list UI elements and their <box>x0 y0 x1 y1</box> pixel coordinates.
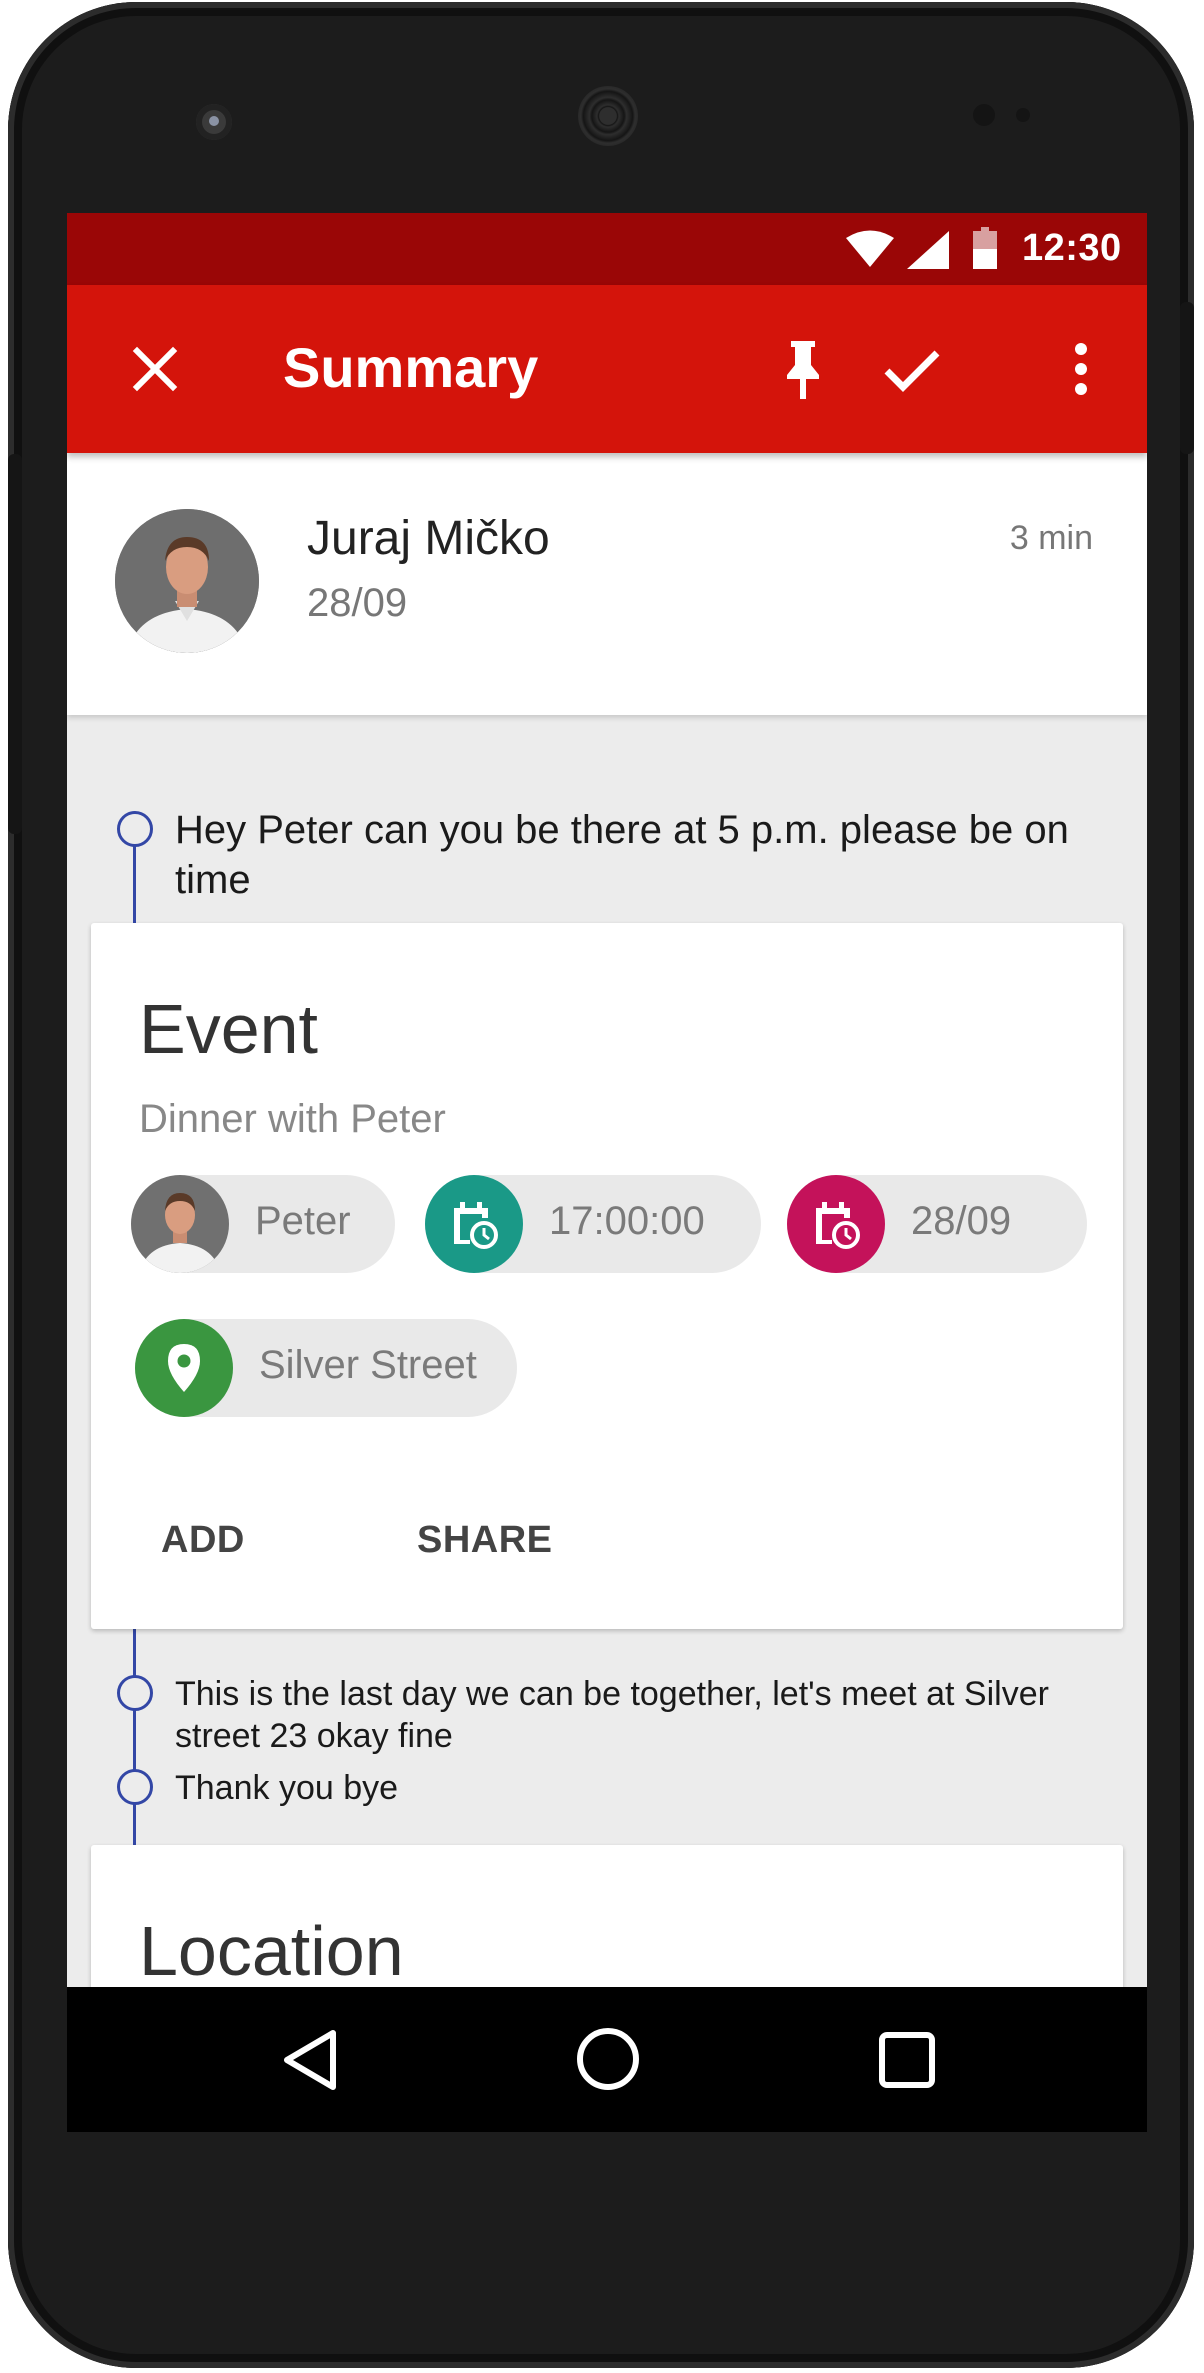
wifi-icon <box>846 230 894 267</box>
close-icon[interactable] <box>119 333 191 405</box>
page-title: Summary <box>283 336 539 399</box>
timeline-dot <box>117 1675 153 1711</box>
person-chip[interactable]: Peter <box>131 1175 395 1273</box>
sender-name: Juraj Mičko <box>307 512 550 565</box>
message-text: Hey Peter can you be there at 5 p.m. ple… <box>175 808 1069 902</box>
check-icon[interactable] <box>875 333 947 405</box>
app-bar: Summary <box>67 285 1147 453</box>
battery-icon <box>973 227 997 269</box>
time-ago: 3 min <box>1009 519 1093 557</box>
calendar-clock-icon <box>787 1175 885 1273</box>
message-text: Thank you bye <box>175 1769 399 1807</box>
screen: 12:30 Summary Juraj Mičko 28/09 3 min He… <box>67 213 1147 2132</box>
location-card-title: Location <box>139 1912 404 1990</box>
message-text: This is the last day we can be together,… <box>175 1675 1049 1755</box>
power-button <box>1180 302 1194 454</box>
add-button[interactable]: ADD <box>161 1519 245 1562</box>
share-button[interactable]: SHARE <box>417 1519 553 1562</box>
back-icon[interactable] <box>275 2025 345 2095</box>
navigation-bar <box>67 1987 1147 2132</box>
signal-icon <box>907 231 949 269</box>
event-card-subtitle: Dinner with Peter <box>139 1097 446 1141</box>
status-time: 12:30 <box>1022 227 1122 269</box>
timeline-line <box>133 1627 136 1847</box>
status-bar: 12:30 <box>67 213 1147 285</box>
time-chip[interactable]: 17:00:00 <box>425 1175 761 1273</box>
location-pin-icon <box>135 1319 233 1417</box>
more-vert-icon[interactable] <box>1045 333 1117 405</box>
proximity-sensor <box>973 104 995 126</box>
timeline-dot <box>117 811 153 847</box>
person-avatar <box>131 1175 229 1273</box>
place-chip[interactable]: Silver Street <box>135 1319 517 1417</box>
front-camera <box>196 104 232 140</box>
date-chip-label: 28/09 <box>911 1199 1012 1243</box>
time-chip-label: 17:00:00 <box>549 1199 705 1243</box>
recents-icon[interactable] <box>872 2025 942 2095</box>
person-chip-label: Peter <box>255 1199 351 1243</box>
conversation-date: 28/09 <box>307 581 408 625</box>
avatar <box>115 509 259 653</box>
volume-button <box>8 454 22 834</box>
phone-frame: 12:30 Summary Juraj Mičko 28/09 3 min He… <box>8 2 1194 2368</box>
home-icon[interactable] <box>572 2023 644 2095</box>
calendar-clock-icon <box>425 1175 523 1273</box>
pin-icon[interactable] <box>767 333 839 405</box>
date-chip[interactable]: 28/09 <box>787 1175 1087 1273</box>
light-sensor <box>1016 108 1030 122</box>
conversation-header[interactable]: Juraj Mičko 28/09 3 min <box>67 453 1147 715</box>
place-chip-label: Silver Street <box>259 1343 477 1387</box>
timeline-dot <box>117 1769 153 1805</box>
earpiece-speaker <box>578 86 638 146</box>
event-card-title: Event <box>139 990 318 1068</box>
event-card[interactable]: Event Dinner with Peter Peter 17:00:00 2… <box>91 923 1123 1629</box>
